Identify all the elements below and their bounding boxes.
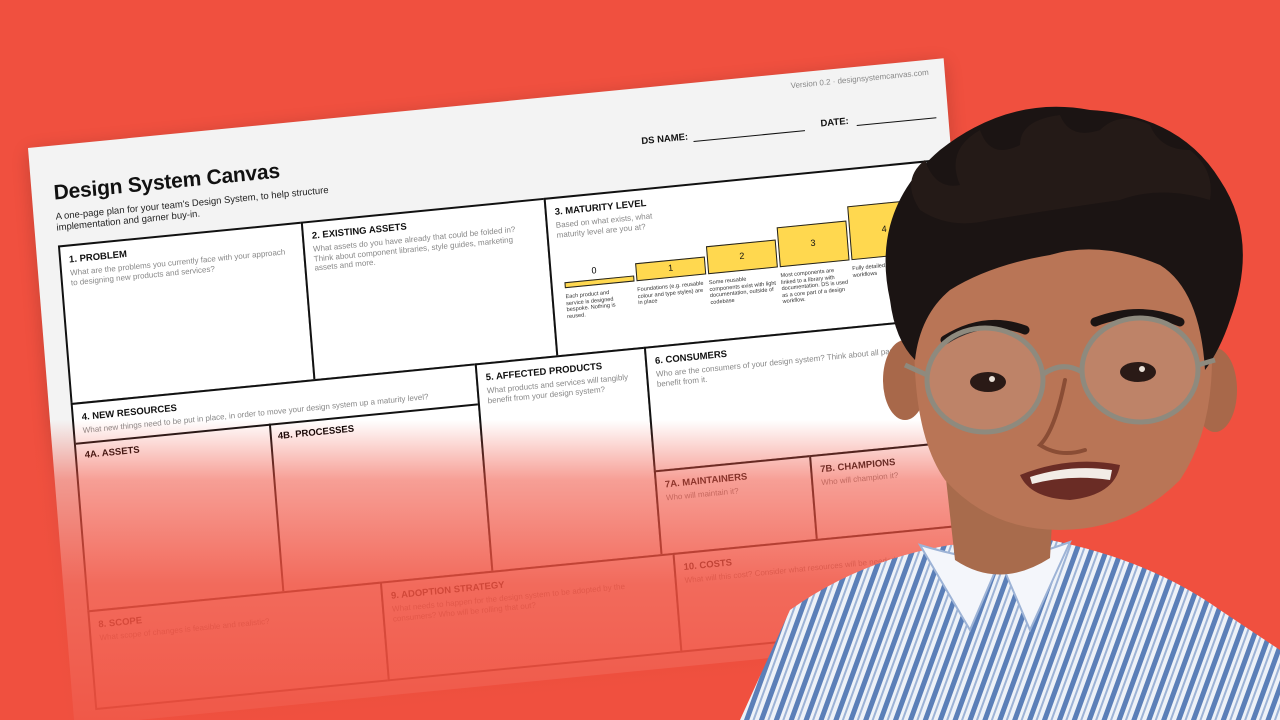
maturity-step-0-desc: Each product and service is designed bes… xyxy=(565,289,616,320)
processes-subbox: 4B. PROCESSES xyxy=(268,403,492,592)
maturity-step-0-label: 0 xyxy=(591,265,597,276)
scope-title: 8. SCOPE xyxy=(98,615,143,631)
assets-title: 4A. ASSETS xyxy=(84,444,141,461)
version-text: Version 0.2 · designsystemcanvas.com xyxy=(790,67,930,91)
presenter-photo xyxy=(740,106,1280,720)
ds-name-label: DS NAME: xyxy=(640,131,689,148)
problem-box: 1. PROBLEM What are the problems you cur… xyxy=(57,221,316,406)
processes-title: 4B. PROCESSES xyxy=(277,423,355,442)
assets-subbox: 4A. ASSETS xyxy=(75,423,285,611)
adoption-question: What needs to happen for the design syst… xyxy=(391,581,626,624)
new-resources-box: 4. NEW RESOURCES What new things need to… xyxy=(70,363,494,613)
maturity-step-1-desc: Foundations (e.g. reusable colour and ty… xyxy=(637,280,704,307)
thumbnail: Version 0.2 · designsystemcanvas.com Des… xyxy=(0,0,1280,720)
existing-assets-box: 2. EXISTING ASSETS What assets do you ha… xyxy=(300,197,559,382)
maturity-step-0 xyxy=(564,275,635,289)
affected-products-box: 5. AFFECTED PRODUCTS What products and s… xyxy=(474,346,663,573)
maturity-step-1: 1 xyxy=(635,256,707,282)
